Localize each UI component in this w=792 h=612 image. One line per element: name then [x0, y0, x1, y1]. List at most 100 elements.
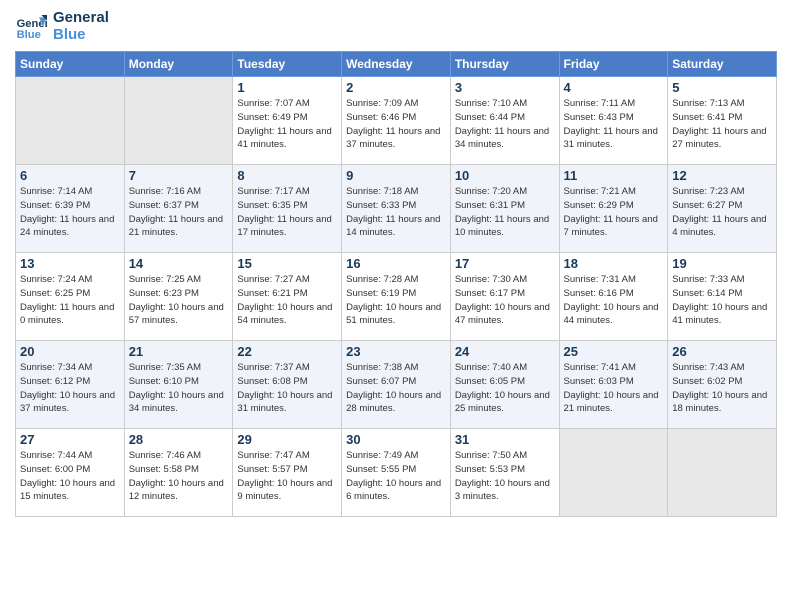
- calendar-cell: 8Sunrise: 7:17 AMSunset: 6:35 PMDaylight…: [233, 165, 342, 253]
- calendar-cell: 16 Sunrise: 7:28 AMSunset: 6:19 PMDayligh…: [342, 253, 451, 341]
- calendar-cell: 21 Sunrise: 7:35 AMSunset: 6:10 PMDayligh…: [124, 341, 233, 429]
- logo-line1: General: [53, 10, 109, 27]
- weekday-header-sunday: Sunday: [16, 52, 125, 77]
- calendar-cell: 28 Sunrise: 7:46 AMSunset: 5:58 PMDayligh…: [124, 429, 233, 517]
- day-info: Sunrise: 7:18 AMSunset: 6:33 PMDaylight:…: [346, 185, 446, 240]
- day-info: Sunrise: 7:14 AMSunset: 6:39 PMDaylight:…: [20, 185, 120, 240]
- calendar-cell: 20 Sunrise: 7:34 AMSunset: 6:12 PMDayligh…: [16, 341, 125, 429]
- day-info: Sunrise: 7:49 AMSunset: 5:55 PMDaylight:…: [346, 449, 446, 504]
- calendar-cell: 19Sunrise: 7:33 AMSunset: 6:14 PMDayligh…: [668, 253, 777, 341]
- day-number: 11: [564, 168, 664, 183]
- day-number: 10: [455, 168, 555, 183]
- calendar-cell: 25Sunrise: 7:41 AMSunset: 6:03 PMDayligh…: [559, 341, 668, 429]
- day-number: 30: [346, 432, 446, 447]
- day-number: 6: [20, 168, 120, 183]
- day-number: 9: [346, 168, 446, 183]
- logo-icon: General Blue: [15, 11, 47, 43]
- day-number: 20: [20, 344, 120, 359]
- calendar-cell: 2 Sunrise: 7:09 AMSunset: 6:46 PMDaylight…: [342, 77, 451, 165]
- weekday-header-friday: Friday: [559, 52, 668, 77]
- page-container: General Blue General Blue SundayMondayTu…: [0, 0, 792, 527]
- logo: General Blue General Blue: [15, 10, 109, 43]
- day-info: Sunrise: 7:16 AMSunset: 6:37 PMDaylight:…: [129, 185, 229, 240]
- day-info: Sunrise: 7:44 AMSunset: 6:00 PMDaylight:…: [20, 449, 120, 504]
- day-info: Sunrise: 7:27 AMSunset: 6:21 PMDaylight:…: [237, 273, 337, 328]
- header: General Blue General Blue: [15, 10, 777, 43]
- svg-text:Blue: Blue: [17, 29, 41, 41]
- day-info: Sunrise: 7:21 AMSunset: 6:29 PMDaylight:…: [564, 185, 664, 240]
- calendar-cell: [16, 77, 125, 165]
- calendar-cell: 27 Sunrise: 7:44 AMSunset: 6:00 PMDayligh…: [16, 429, 125, 517]
- calendar-cell: 26Sunrise: 7:43 AMSunset: 6:02 PMDayligh…: [668, 341, 777, 429]
- day-number: 27: [20, 432, 120, 447]
- weekday-header-thursday: Thursday: [450, 52, 559, 77]
- day-number: 1: [237, 80, 337, 95]
- calendar-cell: 29 Sunrise: 7:47 AMSunset: 5:57 PMDayligh…: [233, 429, 342, 517]
- day-number: 17: [455, 256, 555, 271]
- day-number: 13: [20, 256, 120, 271]
- calendar-cell: 17 Sunrise: 7:30 AMSunset: 6:17 PMDayligh…: [450, 253, 559, 341]
- logo-line2: Blue: [53, 27, 109, 44]
- weekday-header-saturday: Saturday: [668, 52, 777, 77]
- day-info: Sunrise: 7:20 AMSunset: 6:31 PMDaylight:…: [455, 185, 555, 240]
- day-number: 21: [129, 344, 229, 359]
- day-number: 8: [237, 168, 337, 183]
- calendar-cell: 12Sunrise: 7:23 AMSunset: 6:27 PMDayligh…: [668, 165, 777, 253]
- day-number: 4: [564, 80, 664, 95]
- weekday-header-row: SundayMondayTuesdayWednesdayThursdayFrid…: [16, 52, 777, 77]
- calendar-cell: [559, 429, 668, 517]
- day-info: Sunrise: 7:35 AMSunset: 6:10 PMDaylight:…: [129, 361, 229, 416]
- week-row-3: 13Sunrise: 7:24 AMSunset: 6:25 PMDayligh…: [16, 253, 777, 341]
- calendar-cell: 4 Sunrise: 7:11 AMSunset: 6:43 PMDaylight…: [559, 77, 668, 165]
- day-info: Sunrise: 7:11 AMSunset: 6:43 PMDaylight:…: [564, 97, 664, 152]
- day-number: 23: [346, 344, 446, 359]
- day-info: Sunrise: 7:37 AMSunset: 6:08 PMDaylight:…: [237, 361, 337, 416]
- day-info: Sunrise: 7:28 AMSunset: 6:19 PMDaylight:…: [346, 273, 446, 328]
- day-info: Sunrise: 7:41 AMSunset: 6:03 PMDaylight:…: [564, 361, 664, 416]
- day-number: 19: [672, 256, 772, 271]
- week-row-2: 6 Sunrise: 7:14 AMSunset: 6:39 PMDaylight…: [16, 165, 777, 253]
- day-info: Sunrise: 7:34 AMSunset: 6:12 PMDaylight:…: [20, 361, 120, 416]
- calendar-cell: 18Sunrise: 7:31 AMSunset: 6:16 PMDayligh…: [559, 253, 668, 341]
- week-row-4: 20 Sunrise: 7:34 AMSunset: 6:12 PMDayligh…: [16, 341, 777, 429]
- calendar-cell: 5 Sunrise: 7:13 AMSunset: 6:41 PMDaylight…: [668, 77, 777, 165]
- day-info: Sunrise: 7:09 AMSunset: 6:46 PMDaylight:…: [346, 97, 446, 152]
- calendar-cell: 14 Sunrise: 7:25 AMSunset: 6:23 PMDayligh…: [124, 253, 233, 341]
- weekday-header-tuesday: Tuesday: [233, 52, 342, 77]
- day-info: Sunrise: 7:30 AMSunset: 6:17 PMDaylight:…: [455, 273, 555, 328]
- day-info: Sunrise: 7:23 AMSunset: 6:27 PMDaylight:…: [672, 185, 772, 240]
- day-number: 16: [346, 256, 446, 271]
- day-info: Sunrise: 7:38 AMSunset: 6:07 PMDaylight:…: [346, 361, 446, 416]
- day-info: Sunrise: 7:07 AMSunset: 6:49 PMDaylight:…: [237, 97, 337, 152]
- day-number: 26: [672, 344, 772, 359]
- day-number: 18: [564, 256, 664, 271]
- weekday-header-wednesday: Wednesday: [342, 52, 451, 77]
- calendar-cell: 1 Sunrise: 7:07 AMSunset: 6:49 PMDaylight…: [233, 77, 342, 165]
- day-info: Sunrise: 7:25 AMSunset: 6:23 PMDaylight:…: [129, 273, 229, 328]
- calendar-cell: 11 Sunrise: 7:21 AMSunset: 6:29 PMDayligh…: [559, 165, 668, 253]
- calendar-table: SundayMondayTuesdayWednesdayThursdayFrid…: [15, 51, 777, 517]
- day-info: Sunrise: 7:50 AMSunset: 5:53 PMDaylight:…: [455, 449, 555, 504]
- week-row-1: 1 Sunrise: 7:07 AMSunset: 6:49 PMDaylight…: [16, 77, 777, 165]
- day-info: Sunrise: 7:13 AMSunset: 6:41 PMDaylight:…: [672, 97, 772, 152]
- calendar-cell: 3Sunrise: 7:10 AMSunset: 6:44 PMDaylight…: [450, 77, 559, 165]
- day-info: Sunrise: 7:47 AMSunset: 5:57 PMDaylight:…: [237, 449, 337, 504]
- calendar-cell: 30 Sunrise: 7:49 AMSunset: 5:55 PMDayligh…: [342, 429, 451, 517]
- day-number: 5: [672, 80, 772, 95]
- day-number: 2: [346, 80, 446, 95]
- calendar-cell: 13Sunrise: 7:24 AMSunset: 6:25 PMDayligh…: [16, 253, 125, 341]
- day-info: Sunrise: 7:46 AMSunset: 5:58 PMDaylight:…: [129, 449, 229, 504]
- weekday-header-monday: Monday: [124, 52, 233, 77]
- day-number: 29: [237, 432, 337, 447]
- calendar-cell: 9 Sunrise: 7:18 AMSunset: 6:33 PMDaylight…: [342, 165, 451, 253]
- day-number: 28: [129, 432, 229, 447]
- calendar-cell: 22Sunrise: 7:37 AMSunset: 6:08 PMDayligh…: [233, 341, 342, 429]
- day-info: Sunrise: 7:40 AMSunset: 6:05 PMDaylight:…: [455, 361, 555, 416]
- day-number: 14: [129, 256, 229, 271]
- calendar-cell: 24Sunrise: 7:40 AMSunset: 6:05 PMDayligh…: [450, 341, 559, 429]
- day-number: 15: [237, 256, 337, 271]
- calendar-cell: 6 Sunrise: 7:14 AMSunset: 6:39 PMDaylight…: [16, 165, 125, 253]
- day-number: 3: [455, 80, 555, 95]
- day-number: 7: [129, 168, 229, 183]
- day-number: 31: [455, 432, 555, 447]
